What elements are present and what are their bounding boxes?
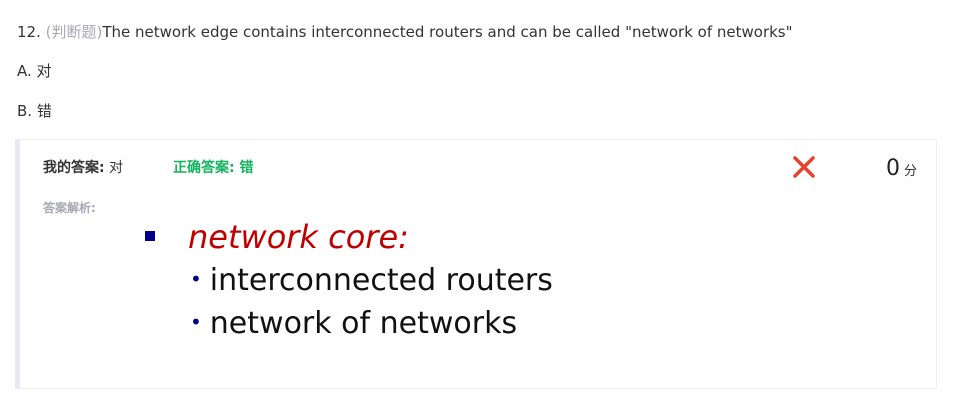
option-a[interactable]: A. 对 (17, 59, 52, 83)
bullet-dot-icon: • (190, 310, 202, 334)
my-answer-value: 对 (109, 160, 124, 176)
slide-bullet-1: • interconnected routers (190, 261, 553, 303)
bullet-dot-icon: • (190, 267, 202, 291)
option-b[interactable]: B. 错 (17, 99, 52, 123)
answer-panel: 我的答案: 对 正确答案: 错 0分 答案解析: network core: •… (15, 139, 937, 389)
page: { "question": { "number": "12.", "type":… (0, 0, 968, 416)
score: 0分 (886, 155, 917, 186)
my-answer-label: 我的答案: (43, 160, 105, 176)
question-line: 12. (判断题)The network edge contains inter… (17, 20, 793, 44)
slide-title-text: network core: (188, 218, 409, 256)
square-bullet-icon (145, 230, 155, 241)
question-number: 12. (17, 23, 41, 41)
score-value: 0 (886, 156, 900, 181)
slide-bullet-2: • network of networks (190, 304, 517, 346)
question-type: (判断题) (45, 23, 103, 41)
slide-bullet-text: interconnected routers (209, 263, 553, 298)
question-text: The network edge contains interconnected… (102, 23, 793, 41)
my-answer: 我的答案: 对 (43, 158, 123, 178)
correct-answer: 正确答案: 错 (173, 158, 253, 178)
score-unit: 分 (904, 164, 918, 179)
slide-title: network core: (145, 215, 409, 259)
analysis-label: 答案解析: (43, 201, 96, 215)
correct-answer-label: 正确答案: (173, 160, 235, 176)
slide-bullet-text: network of networks (209, 306, 518, 341)
cross-icon (793, 156, 815, 178)
correct-answer-value: 错 (239, 160, 254, 176)
